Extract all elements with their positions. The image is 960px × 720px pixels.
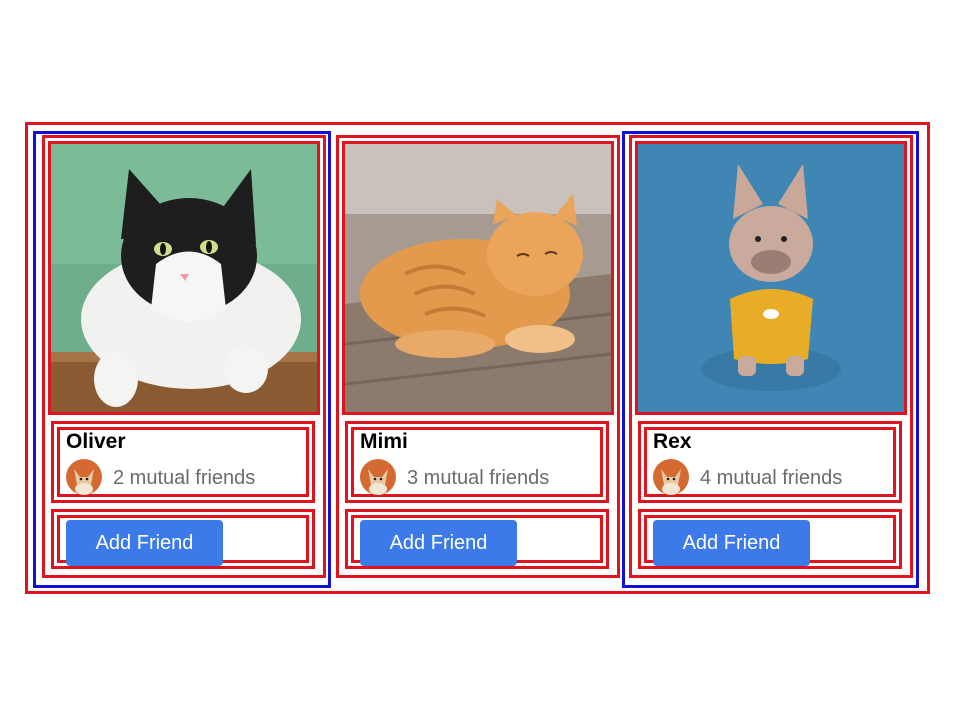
friend-actions-inner: Add Friend bbox=[351, 515, 603, 566]
mutual-friends-count: 4 mutual friends bbox=[700, 467, 843, 489]
friend-actions-inner: Add Friend bbox=[644, 515, 896, 566]
friend-info-inner: Oliver 2 mutual friends bbox=[57, 427, 309, 497]
add-friend-button[interactable]: Add Friend bbox=[653, 520, 810, 566]
friend-card-rex: Rex 4 mutual friends Add Friend bbox=[629, 135, 913, 578]
dog-avatar-icon bbox=[360, 459, 396, 495]
friend-name[interactable]: Rex bbox=[653, 430, 692, 454]
friend-name[interactable]: Mimi bbox=[360, 430, 408, 454]
orange-tabby-cat-photo bbox=[345, 144, 611, 412]
friend-actions: Add Friend bbox=[345, 509, 609, 569]
dog-avatar-icon bbox=[653, 459, 689, 495]
profile-photo[interactable] bbox=[635, 141, 907, 415]
friend-actions-inner: Add Friend bbox=[57, 515, 309, 566]
mutual-friends-count: 2 mutual friends bbox=[113, 467, 256, 489]
add-friend-button[interactable]: Add Friend bbox=[360, 520, 517, 566]
friend-info: Rex 4 mutual friends bbox=[638, 421, 902, 503]
tuxedo-cat-photo bbox=[51, 144, 317, 412]
mutual-friends-count: 3 mutual friends bbox=[407, 467, 550, 489]
profile-photo[interactable] bbox=[48, 141, 320, 415]
friend-name[interactable]: Oliver bbox=[66, 430, 126, 454]
friend-info: Oliver 2 mutual friends bbox=[51, 421, 315, 503]
profile-photo[interactable] bbox=[342, 141, 614, 415]
friend-actions: Add Friend bbox=[51, 509, 315, 569]
friend-info-inner: Rex 4 mutual friends bbox=[644, 427, 896, 497]
mutual-friend-avatar bbox=[653, 459, 689, 495]
friend-card-mimi: Mimi 3 mutual friends Add Friend bbox=[336, 135, 620, 578]
add-friend-button[interactable]: Add Friend bbox=[66, 520, 223, 566]
friend-card-oliver: Oliver 2 mutual friends Add Friend bbox=[42, 135, 326, 578]
friend-info-inner: Mimi 3 mutual friends bbox=[351, 427, 603, 497]
mutual-friend-avatar bbox=[360, 459, 396, 495]
friend-actions: Add Friend bbox=[638, 509, 902, 569]
friend-info: Mimi 3 mutual friends bbox=[345, 421, 609, 503]
mutual-friend-avatar bbox=[66, 459, 102, 495]
dog-avatar-icon bbox=[66, 459, 102, 495]
french-bulldog-photo bbox=[638, 144, 904, 412]
